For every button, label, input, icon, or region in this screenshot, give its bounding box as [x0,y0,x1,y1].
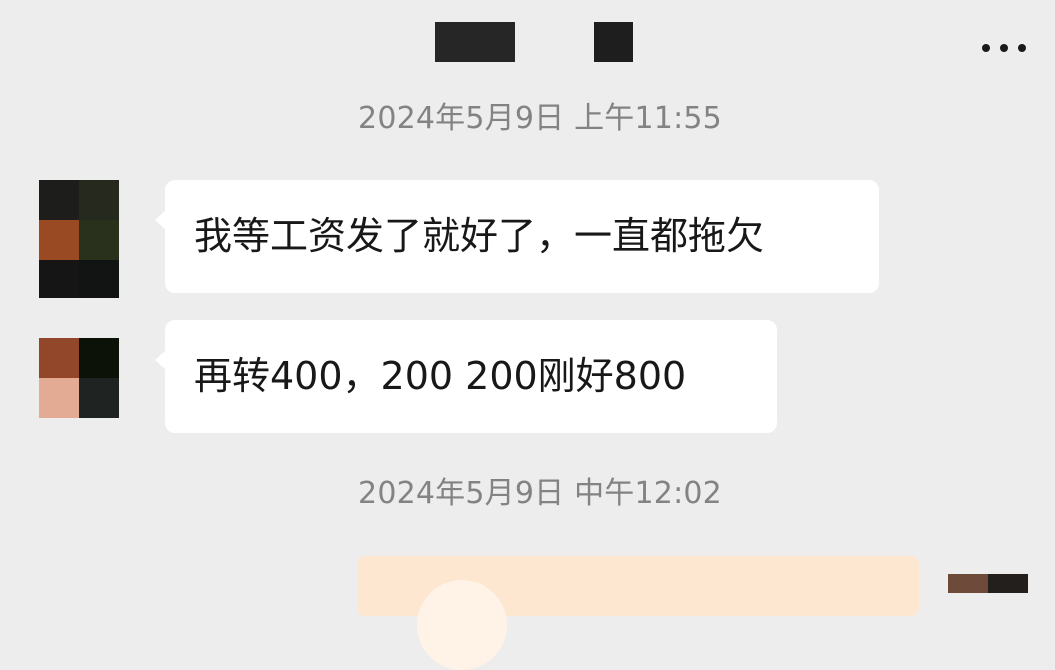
more-horizontal-icon [982,44,990,52]
user-avatar[interactable] [948,574,1028,593]
message-text: 再转400，200 200刚好800 [194,354,687,398]
more-horizontal-icon [1018,44,1026,52]
contact-avatar[interactable] [39,338,119,418]
message-text: 我等工资发了就好了，一直都拖欠 [194,214,765,258]
incoming-message-bubble[interactable]: 再转400，200 200刚好800 [155,320,777,433]
more-horizontal-icon [1000,44,1008,52]
message-timestamp: 2024年5月9日 上午11:55 [358,101,722,136]
chat-header [0,0,1055,100]
more-options-button[interactable] [975,30,1035,66]
outgoing-transfer-message[interactable] [357,556,919,670]
message-timestamp: 2024年5月9日 中午12:02 [358,476,722,511]
chat-title-redacted-suffix [594,22,633,62]
contact-avatar[interactable] [39,180,119,298]
chat-title-redacted [435,22,515,62]
incoming-message-bubble[interactable]: 我等工资发了就好了，一直都拖欠 [155,180,879,293]
